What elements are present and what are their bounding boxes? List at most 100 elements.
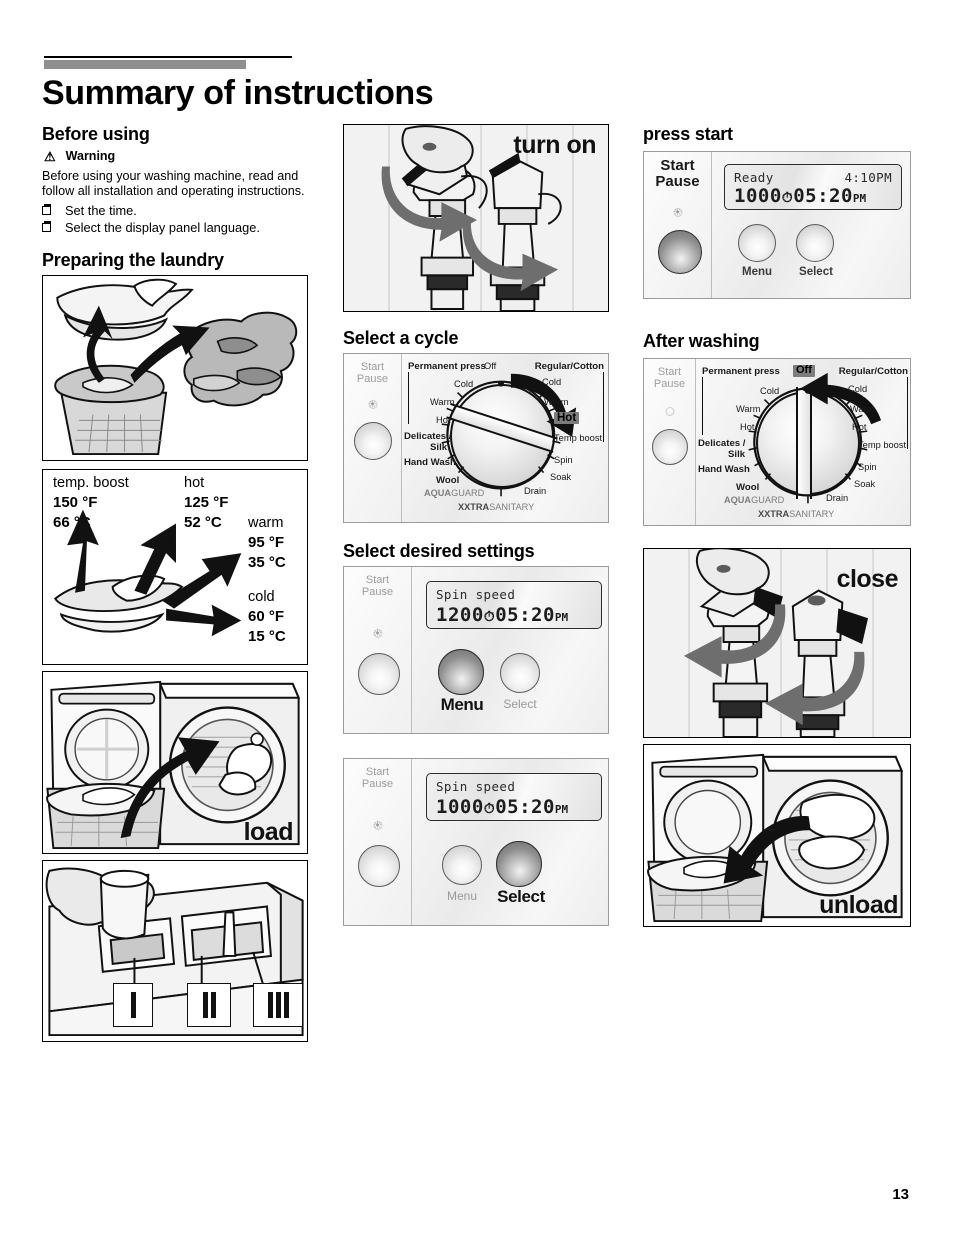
dial-soak: Soak [550,472,572,482]
dial-label-off-selected: Off [793,364,815,377]
detergent-badge-2 [187,983,231,1028]
dial-brand-xxtrasanitary: XXTRASANITARY [758,509,835,519]
start-pause-button[interactable] [358,653,400,695]
checklist-text: Select the display panel language. [65,219,260,235]
panel-select-cycle[interactable]: Start Pause ☀ Permanent press Regular/Co… [343,353,609,523]
detergent-bar [130,992,136,1019]
start-indicator-led [368,400,377,409]
start-indicator-led [665,407,674,416]
before-using-checklist: Set the time. Select the display panel l… [42,202,312,237]
turn-on-label: turn on [513,131,596,159]
dial-wool: Wool [436,475,460,486]
start-pause-button[interactable] [658,230,702,274]
menu-button[interactable] [442,845,482,885]
lcd-time-value: 05:20 [495,604,555,626]
start-indicator-led [373,629,382,638]
clock-icon: ⏱ [781,190,794,206]
dial-right-warm: Warm [850,404,875,414]
dial-group-line-right [603,372,604,442]
start-pause-button[interactable] [358,845,400,887]
lcd-time-value: 05:20 [793,185,853,207]
dial-left-cold: Cold [454,379,474,389]
start-pause-section: Start Pause [344,759,412,925]
dial-group-regular-cotton: Regular/Cotton [534,361,604,372]
dial-brand-aquaguard: AQUAGUARD [424,488,485,498]
page-number: 13 [892,1186,909,1203]
page-title: Summary of instructions [42,74,434,112]
dial-group-permanent-press: Permanent press [408,361,486,372]
start-pause-section: Start Pause [644,359,696,525]
start-pause-button[interactable] [652,429,688,465]
panel-press-start[interactable]: StartPause Ready 4:10PM 1000⏱05:20PM Men… [643,151,911,299]
start-indicator-led [373,821,382,830]
temperature-arrows-illustration [53,509,242,637]
menu-button-label: Menu [440,695,484,714]
dial-silk: Silk [430,442,448,453]
dial-right-cold: Cold [542,377,562,387]
lcd-ampm: PM [554,611,569,624]
dial-left-hot: Hot [740,422,755,432]
warning-row: ⚠ Warning [44,149,312,163]
clock-icon: ⏱ [483,609,496,625]
list-item: Select the display panel language. [42,219,312,236]
dial-left-hot: Hot [436,415,451,425]
lcd-status-text: Spin speed [436,779,516,794]
menu-button-label: Menu [446,889,478,903]
dial-drain: Drain [826,493,849,503]
start-pause-button[interactable] [354,422,392,460]
lcd-spin-value: 1200 [436,604,484,626]
start-pause-section: Start Pause [344,354,402,522]
sorting-laundry-illustration [54,278,298,456]
dial-group-line-right [907,377,908,449]
dial-delicates: Delicates / [698,438,746,449]
dial-left-warm: Warm [736,404,761,414]
lcd-ampm: PM [554,803,569,816]
lcd-status-text: Ready [734,170,774,185]
detergent-bar [210,992,216,1019]
select-button[interactable] [496,841,542,887]
dial-label-off: Off [484,361,497,371]
middle-column: turn on Select a cycle Start Pause ☀ Per… [343,124,611,926]
select-button[interactable] [500,653,540,693]
start-pause-label: Start Pause [361,574,394,598]
lcd-line-2: 1200⏱05:20PM [436,604,568,626]
dial-right-warm: Warm [544,397,569,407]
header-rule-thin-extension [240,57,292,58]
lcd-spin-value: 1000 [436,796,484,818]
dial-soak: Soak [854,479,876,489]
panel-after-washing[interactable]: Start Pause Permanent press Regular/Cott… [643,358,911,526]
program-dial-area[interactable]: Permanent press Regular/Cotton Off Cold … [696,359,910,525]
lcd-status-text: Spin speed [436,587,516,602]
close-label: close [836,565,899,593]
start-pause-label: Start Pause [356,361,389,385]
lcd-ampm: PM [852,192,867,205]
menu-button[interactable] [438,649,484,695]
dial-group-line-left [702,377,703,435]
heading-preparing-laundry: Preparing the laundry [42,250,224,271]
select-button-label: Select [497,887,545,906]
warning-label: Warning [65,149,116,163]
lcd-time-value: 05:20 [495,796,555,818]
heading-select-settings: Select desired settings [343,541,535,561]
lcd-clock-text: 4:10PM [844,170,892,185]
heading-press-start: press start [643,124,733,144]
panel-controls: Spin speed 1200⏱05:20PM Menu Select [412,567,608,733]
start-pause-section: Start Pause [644,152,712,298]
dial-left-cold: Cold [760,386,780,396]
select-button[interactable] [796,224,834,262]
dial-hand-wash: Hand Wash [404,457,456,468]
dial-left-warm: Warm [430,397,455,407]
figure-load-washer: load [42,671,308,855]
header-rule-gray [44,60,246,69]
dial-group-permanent-press: Permanent press [702,366,780,377]
dial-right-temp-boost: Temp boost [554,433,603,443]
panel-controls: Ready 4:10PM 1000⏱05:20PM Menu Select [712,152,910,298]
panel-select-highlighted[interactable]: StartPause Spin speed 1000⏱05:20PM Menu [343,758,609,926]
program-dial-area[interactable]: Permanent press Regular/Cotton Off Cold … [402,354,608,522]
dial-hand-wash: Hand Wash [698,464,750,475]
load-label: load [243,818,294,847]
lcd-line-1: Ready 4:10PM [734,170,892,185]
menu-button[interactable] [738,224,776,262]
panel-menu-highlighted[interactable]: StartPause Spin speed 1200⏱05:20PM Menu [343,566,609,734]
dial-spin: Spin [858,462,877,472]
